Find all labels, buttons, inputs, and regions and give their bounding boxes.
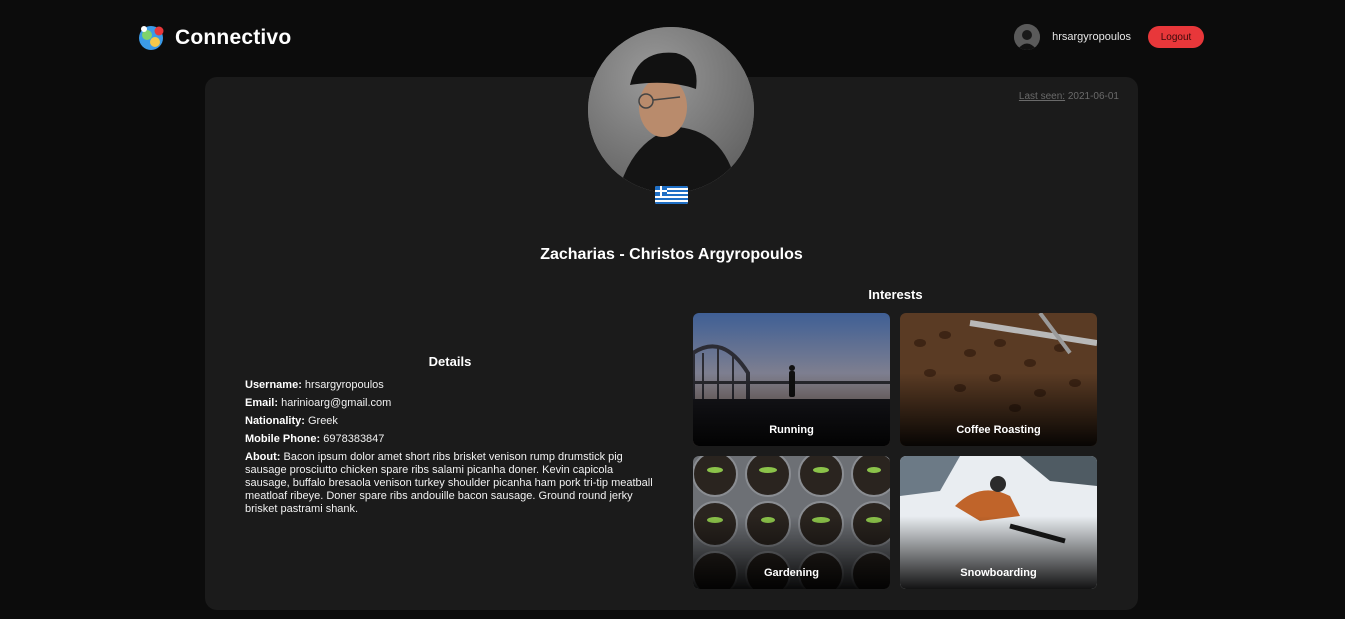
interest-tile-snowboarding[interactable]: Snowboarding	[900, 456, 1097, 589]
nationality-value: Greek	[307, 415, 338, 427]
interest-tile-coffee-roasting[interactable]: Coffee Roasting	[900, 313, 1097, 446]
email-label: Email:	[245, 397, 279, 409]
phone-label: Mobile Phone:	[245, 433, 321, 445]
greece-flag-icon	[655, 186, 688, 204]
logout-button[interactable]: Logout	[1148, 26, 1204, 48]
phone-value: 6978383847	[323, 433, 385, 445]
username-value: hrsargyropoulos	[304, 379, 384, 391]
connectivo-logo-icon	[138, 24, 165, 51]
detail-email: Email: harinioarg@gmail.com	[245, 397, 655, 410]
user-area: hrsargyropoulos Logout	[1014, 24, 1204, 50]
username-label: Username:	[245, 379, 302, 391]
brand[interactable]: Connectivo	[138, 24, 291, 51]
profile-page: Connectivo hrsargyropoulos Logout Last s…	[0, 0, 1345, 619]
last-seen: Last seen: 2021-06-01	[1019, 91, 1119, 102]
interest-label: Snowboarding	[960, 567, 1037, 579]
last-seen-label: Last seen:	[1018, 91, 1066, 102]
detail-phone: Mobile Phone: 6978383847	[245, 433, 655, 446]
details-section: Details Username: hrsargyropoulos Email:…	[245, 354, 655, 521]
avatar[interactable]	[1014, 24, 1041, 50]
username-label[interactable]: hrsargyropoulos	[1052, 31, 1131, 43]
profile-photo	[588, 27, 754, 193]
interest-label: Gardening	[763, 567, 819, 579]
interest-tile-gardening[interactable]: Gardening	[693, 456, 890, 589]
interests-heading: Interests	[868, 287, 923, 302]
detail-nationality: Nationality: Greek	[245, 415, 655, 428]
last-seen-value: 2021-06-01	[1067, 91, 1119, 102]
detail-about: About: Bacon ipsum dolor amet short ribs…	[245, 451, 655, 516]
interest-label: Running	[769, 424, 814, 436]
about-value: Bacon ipsum dolor amet short ribs briske…	[245, 451, 653, 515]
detail-username: Username: hrsargyropoulos	[245, 379, 655, 392]
interest-tile-running[interactable]: Running	[693, 313, 890, 446]
details-heading: Details	[428, 354, 472, 369]
about-label: About:	[245, 451, 281, 463]
profile-full-name: Zacharias - Christos Argyropoulos	[540, 246, 803, 263]
app-title: Connectivo	[175, 25, 292, 49]
email-value: harinioarg@gmail.com	[281, 397, 392, 409]
interest-label: Coffee Roasting	[956, 424, 1041, 436]
nationality-label: Nationality:	[245, 415, 305, 427]
